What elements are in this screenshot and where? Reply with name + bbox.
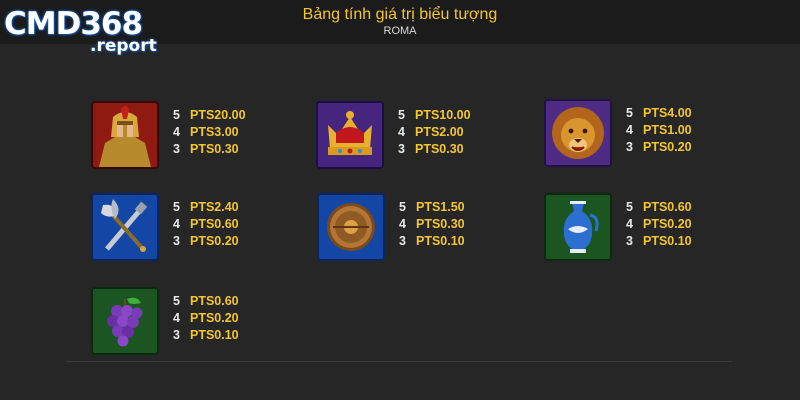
payout-list: 5 PTS2.40 4 PTS0.60 3 PTS0.20 (173, 199, 239, 250)
page-title: Bảng tính giá trị biểu tượng (302, 6, 498, 23)
payout-row: 3 PTS0.20 (173, 234, 239, 248)
payout-row: 4 PTS0.20 (173, 311, 239, 325)
divider (66, 361, 732, 362)
payout-row: 4 PTS3.00 (173, 125, 239, 139)
payout-list: 5 PTS0.60 4 PTS0.20 3 PTS0.10 (173, 293, 239, 344)
payout-row: 5 PTS20.00 (173, 108, 246, 122)
payout-row: 4 PTS2.00 (398, 125, 464, 139)
payout-row: 3 PTS0.30 (398, 142, 464, 156)
payout-row: 5 PTS10.00 (398, 108, 471, 122)
axe-sword-icon (91, 193, 159, 261)
crown-icon (316, 101, 384, 169)
payout-row: 3 PTS0.30 (173, 142, 239, 156)
payout-list: 5 PTS20.00 4 PTS3.00 3 PTS0.30 (173, 107, 246, 158)
payout-row: 3 PTS0.10 (626, 234, 692, 248)
payout-row: 3 PTS0.20 (626, 140, 692, 154)
warrior-icon (91, 101, 159, 169)
symbol-item-shield: 5 PTS1.50 4 PTS0.30 3 PTS0.10 (317, 193, 517, 261)
payout-row: 3 PTS0.10 (173, 328, 239, 342)
payout-row: 5 PTS0.60 (626, 200, 692, 214)
payout-row: 5 PTS4.00 (626, 106, 692, 120)
symbol-item-crown: 5 PTS10.00 4 PTS2.00 3 PTS0.30 (316, 101, 516, 169)
payout-row: 4 PTS0.30 (399, 217, 465, 231)
grapes-icon (91, 287, 159, 355)
logo-subtext: .report (90, 36, 157, 56)
symbol-item-lion: 5 PTS4.00 4 PTS1.00 3 PTS0.20 (544, 99, 744, 167)
payout-row: 5 PTS2.40 (173, 200, 239, 214)
symbol-item-vase: 5 PTS0.60 4 PTS0.20 3 PTS0.10 (544, 193, 744, 261)
payout-row: 4 PTS0.20 (626, 217, 692, 231)
symbol-item-axe-sword: 5 PTS2.40 4 PTS0.60 3 PTS0.20 (91, 193, 291, 261)
vase-icon (544, 193, 612, 261)
payout-list: 5 PTS10.00 4 PTS2.00 3 PTS0.30 (398, 107, 471, 158)
payout-row: 5 PTS1.50 (399, 200, 465, 214)
shield-icon (317, 193, 385, 261)
payout-list: 5 PTS4.00 4 PTS1.00 3 PTS0.20 (626, 105, 692, 156)
payout-list: 5 PTS0.60 4 PTS0.20 3 PTS0.10 (626, 199, 692, 250)
payout-row: 3 PTS0.10 (399, 234, 465, 248)
payout-row: 4 PTS1.00 (626, 123, 692, 137)
payout-row: 4 PTS0.60 (173, 217, 239, 231)
symbol-item-grapes: 5 PTS0.60 4 PTS0.20 3 PTS0.10 (91, 287, 291, 355)
payout-list: 5 PTS1.50 4 PTS0.30 3 PTS0.10 (399, 199, 465, 250)
lion-icon (544, 99, 612, 167)
symbol-item-warrior: 5 PTS20.00 4 PTS3.00 3 PTS0.30 (91, 101, 291, 169)
payout-row: 5 PTS0.60 (173, 294, 239, 308)
game-name: ROMA (383, 25, 417, 37)
